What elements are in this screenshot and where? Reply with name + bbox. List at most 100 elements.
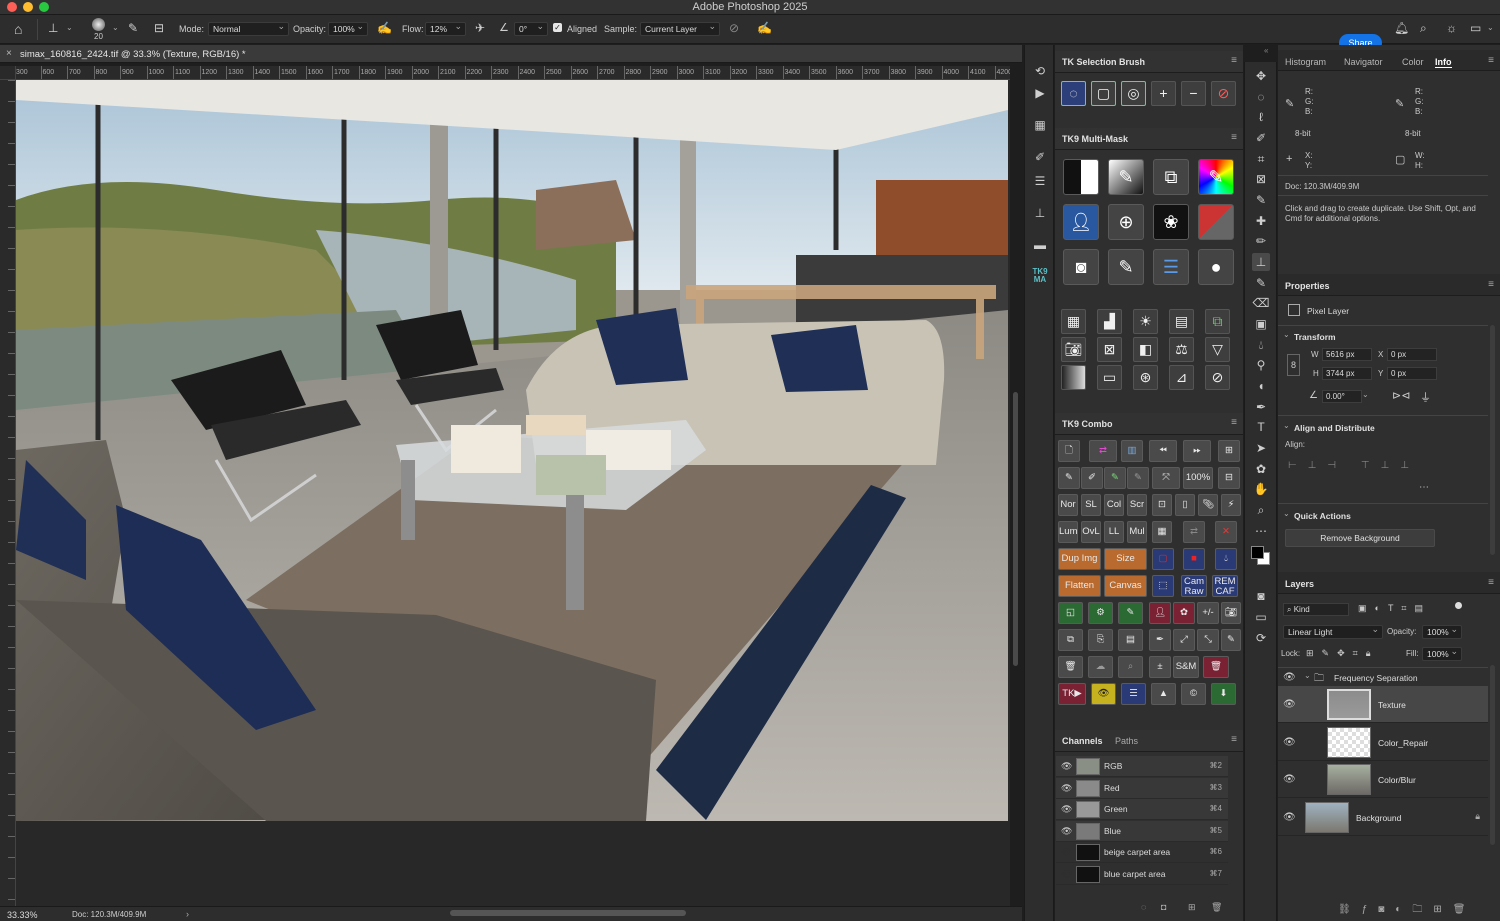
- edit-mask-icon[interactable]: ✎: [1108, 249, 1144, 285]
- selection-brush-icon[interactable]: ◌: [1061, 81, 1086, 106]
- layer-row[interactable]: 👁︎ Texture: [1278, 686, 1488, 723]
- flatten-button[interactable]: Flatten: [1058, 575, 1101, 597]
- y-field[interactable]: 0 px: [1387, 367, 1437, 380]
- download-icon[interactable]: ⬇: [1211, 683, 1236, 705]
- triangle-down-icon[interactable]: ▽: [1205, 337, 1230, 362]
- histogram-icon[interactable]: ▟: [1097, 309, 1122, 334]
- quick-select-tool-icon[interactable]: ✐: [1252, 129, 1270, 147]
- adjustments-icon[interactable]: ☰: [1032, 173, 1048, 189]
- home-icon[interactable]: ⌂: [14, 21, 22, 37]
- visibility-eye-icon[interactable]: 👁︎: [1061, 761, 1072, 772]
- zoom-100-button[interactable]: 100%: [1183, 467, 1213, 489]
- eyedropper-tool-icon[interactable]: ✎: [1252, 191, 1270, 209]
- channel-row[interactable]: 👁︎ RGB ⌘2: [1056, 756, 1228, 777]
- channel-row[interactable]: 👁︎ Red ⌘3: [1056, 777, 1228, 799]
- collapse-panels-icon[interactable]: «: [1264, 46, 1268, 55]
- fill-input[interactable]: 100%: [1422, 646, 1462, 661]
- blend-overlay-button[interactable]: OvL: [1081, 521, 1101, 543]
- stack-icon[interactable]: ☰: [1121, 683, 1146, 705]
- triangle-icon[interactable]: ▲: [1151, 683, 1176, 705]
- search-mask-icon[interactable]: ⌕: [1118, 656, 1143, 678]
- properties-scrollbar[interactable]: [1490, 325, 1495, 555]
- layer-group-row[interactable]: 👁︎ ⌄ 🗀 Frequency Separation: [1278, 668, 1488, 686]
- angle-field[interactable]: 0.00°: [1322, 390, 1362, 403]
- panel-menu-icon[interactable]: ≡: [1488, 55, 1494, 66]
- s-and-m-button[interactable]: S&M: [1173, 656, 1199, 678]
- new-channel-icon[interactable]: ⊞: [1188, 902, 1196, 913]
- new-document-icon[interactable]: 🗋: [1058, 440, 1080, 462]
- brush-settings-icon[interactable]: ✎: [128, 21, 138, 35]
- visibility-eye-icon[interactable]: 👁︎: [1283, 699, 1296, 710]
- document-tab[interactable]: × simax_160816_2424.tif @ 33.3% (Texture…: [0, 45, 1022, 63]
- overlay-icon[interactable]: ⧉: [1205, 309, 1230, 334]
- panel-menu-icon[interactable]: ≡: [1231, 734, 1237, 745]
- w-field[interactable]: 5616 px: [1322, 348, 1372, 361]
- visibility-eye-icon[interactable]: 👁︎: [1061, 804, 1072, 815]
- more-options-icon[interactable]: ⋯: [1419, 482, 1429, 493]
- pen-icon[interactable]: ✒: [1149, 629, 1171, 651]
- tk-play-button[interactable]: TK▶: [1058, 683, 1086, 705]
- actions-play-icon[interactable]: ▶: [1032, 85, 1048, 101]
- tab-info[interactable]: Info: [1435, 57, 1452, 68]
- cross-box-icon[interactable]: ⊠: [1097, 337, 1122, 362]
- generative-fill-icon[interactable]: ⟳: [1252, 629, 1270, 647]
- curves-grid-icon[interactable]: ▦: [1061, 309, 1086, 334]
- chevron-right-icon[interactable]: ›: [186, 909, 189, 919]
- calculator-icon[interactable]: ▦: [1152, 521, 1172, 543]
- blob-icon[interactable]: ☁: [1088, 656, 1113, 678]
- flower-mask-icon[interactable]: ❀: [1153, 204, 1189, 240]
- quick-mask-icon[interactable]: ◙: [1252, 587, 1270, 605]
- libraries-icon[interactable]: ▬: [1032, 237, 1048, 253]
- rewind-icon[interactable]: ⏪︎: [1149, 440, 1177, 462]
- save-selection-icon[interactable]: ◘: [1161, 902, 1166, 912]
- swap-icon[interactable]: ⇄: [1089, 440, 1117, 462]
- delete-red-icon[interactable]: 🗑︎: [1203, 656, 1229, 678]
- layer-footer-icons[interactable]: ⛓ƒ◙◐🗀⊞🗑︎: [1338, 902, 1476, 919]
- channels-circles-icon[interactable]: ⊛: [1133, 365, 1158, 390]
- red-square-icon[interactable]: ■: [1183, 548, 1205, 570]
- visibility-eye-icon[interactable]: 👁︎: [1061, 826, 1072, 837]
- lasso-tool-icon[interactable]: ℓ: [1252, 108, 1270, 126]
- flowers-icon[interactable]: ✿: [1173, 602, 1195, 624]
- panel-icon[interactable]: ▤: [1118, 629, 1143, 651]
- blend-luminosity-button[interactable]: Lum: [1058, 521, 1078, 543]
- camera-small-icon[interactable]: 📷︎: [1221, 602, 1241, 624]
- paperclip-icon[interactable]: 📎︎: [1198, 494, 1218, 516]
- split-mask-icon[interactable]: [1198, 204, 1234, 240]
- green-brush-icon[interactable]: ✎: [1118, 602, 1143, 624]
- channel-row[interactable]: 👁︎ Green ⌘4: [1056, 799, 1228, 820]
- more-tools-icon[interactable]: ⋯: [1252, 522, 1270, 540]
- visibility-eye-icon[interactable]: 👁︎: [1061, 783, 1072, 794]
- panel-menu-icon[interactable]: ≡: [1488, 279, 1494, 290]
- add-box-icon[interactable]: ⊞: [1218, 440, 1240, 462]
- sample-select[interactable]: Current Layer: [640, 21, 720, 36]
- blend-mask-icon[interactable]: ●: [1198, 249, 1234, 285]
- kind-filter-select[interactable]: ⌕ Kind: [1283, 603, 1349, 616]
- h-field[interactable]: 3744 px: [1322, 367, 1372, 380]
- lightning-icon[interactable]: ⚡︎: [1221, 494, 1241, 516]
- diagonal-icon[interactable]: ⊿: [1169, 365, 1194, 390]
- chevron-down-icon[interactable]: ⌄: [112, 23, 119, 32]
- brush-black-icon[interactable]: ✎: [1058, 467, 1080, 489]
- visibility-eye-icon[interactable]: 👁︎: [1061, 847, 1072, 858]
- visibility-eye-icon[interactable]: 👁︎: [1283, 737, 1296, 748]
- rem-caf-button[interactable]: REM CAF: [1212, 575, 1238, 597]
- plus-minus-box-icon[interactable]: ±: [1149, 656, 1171, 678]
- mask-preview-icon[interactable]: ◙: [1063, 249, 1099, 285]
- chevron-down-icon[interactable]: ⌄: [1362, 390, 1369, 399]
- portrait-icon[interactable]: 👤︎: [1149, 602, 1171, 624]
- x-field[interactable]: 0 px: [1387, 348, 1437, 361]
- tab-color[interactable]: Color: [1402, 57, 1424, 67]
- opacity-input[interactable]: 100%: [328, 21, 368, 36]
- copyright-icon[interactable]: ©: [1181, 683, 1206, 705]
- filter-toggle-icon[interactable]: [1455, 602, 1462, 609]
- tk9-ma-icon[interactable]: TK9 MA: [1029, 268, 1051, 284]
- panel-menu-icon[interactable]: ≡: [1231, 417, 1237, 428]
- vertical-scrollbar[interactable]: [1013, 392, 1018, 666]
- list-mask-icon[interactable]: ☰: [1153, 249, 1189, 285]
- visibility-eye-icon[interactable]: 👁︎: [1283, 774, 1296, 785]
- zoom-tool-icon[interactable]: ⌕: [1252, 501, 1270, 519]
- canvas-button[interactable]: Canvas: [1104, 575, 1147, 597]
- clone-source-icon[interactable]: ⊥: [1032, 205, 1048, 221]
- clone-stamp-tool-icon[interactable]: ⊥: [1252, 253, 1270, 271]
